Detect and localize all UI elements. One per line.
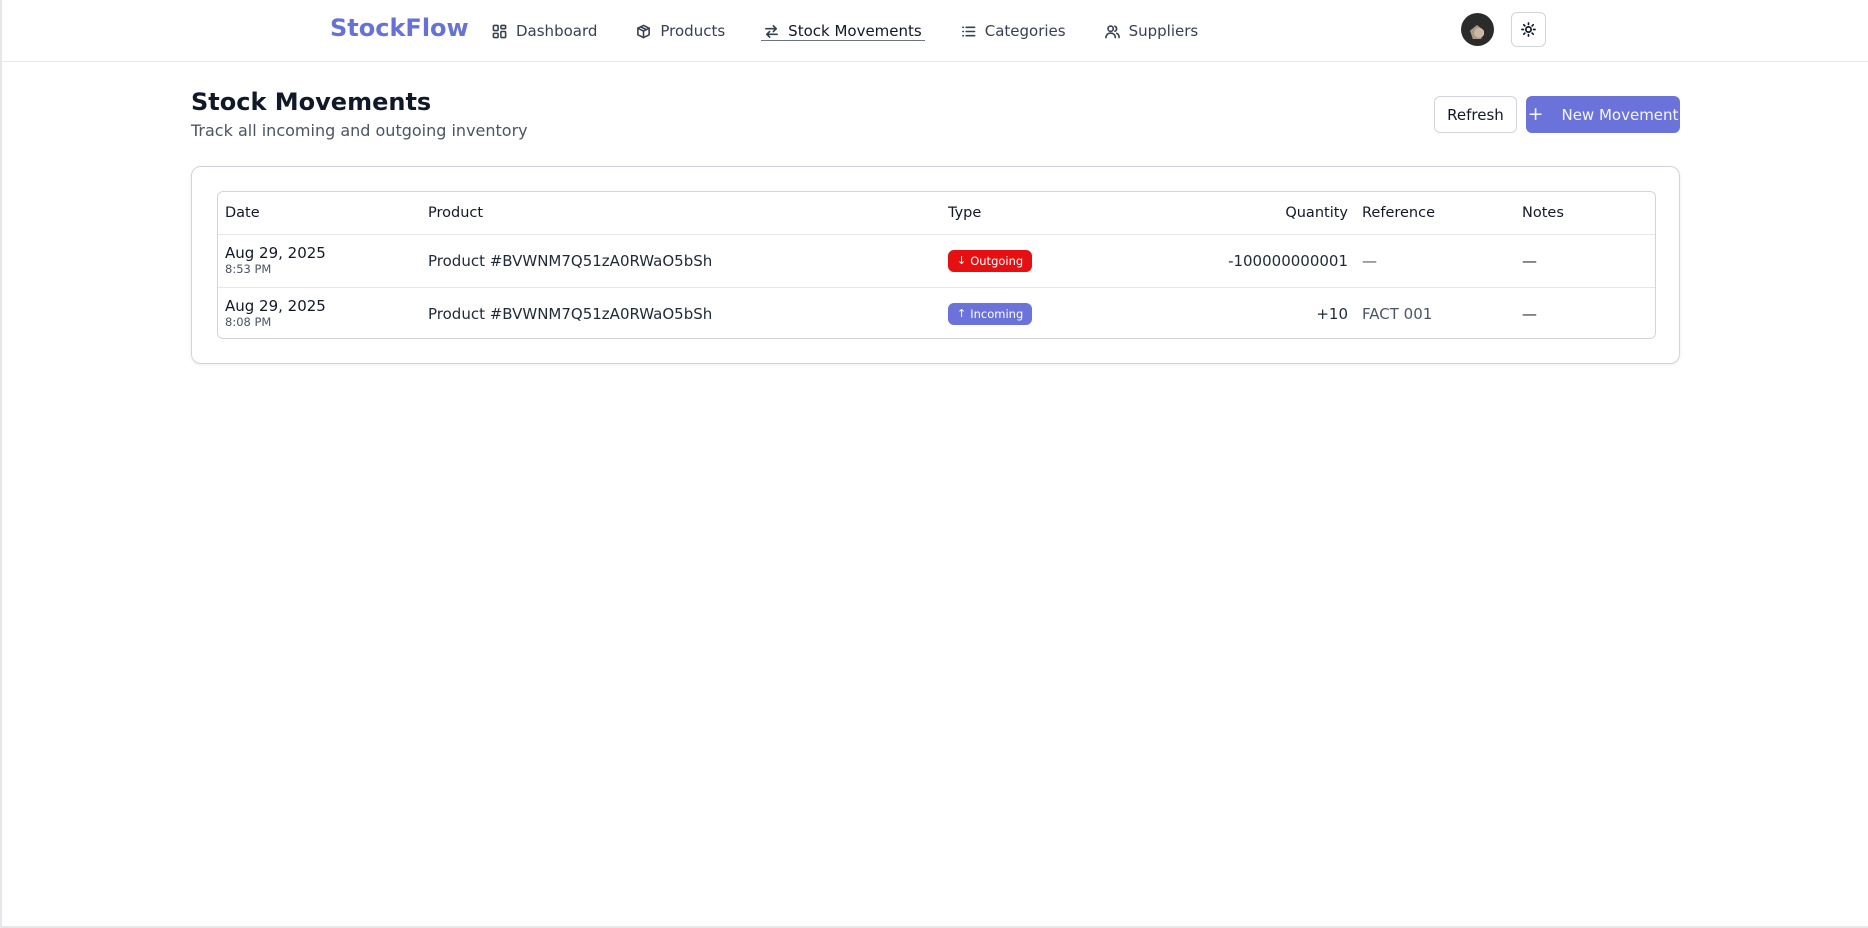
nav-item-stock-movements[interactable]: Stock Movements [761, 0, 925, 62]
cell-type: ↓ Outgoing [941, 234, 1141, 287]
refresh-button-label: Refresh [1447, 105, 1504, 124]
nav-item-label: Stock Movements [788, 22, 922, 40]
table-header-row: Date Product Type Quantity Reference Not… [218, 192, 1655, 234]
movements-table: Date Product Type Quantity Reference Not… [218, 192, 1655, 338]
theme-toggle-button[interactable] [1511, 12, 1546, 47]
column-header-reference: Reference [1362, 204, 1436, 221]
column-header-type: Type [948, 204, 982, 221]
column-header-notes: Notes [1522, 204, 1564, 221]
column-header-date: Date [225, 204, 260, 221]
type-badge-outgoing: ↓ Outgoing [948, 249, 1033, 272]
grid-icon [492, 24, 507, 38]
column-header-quantity: Quantity [1285, 204, 1348, 221]
cell-type: ↑ Incoming [941, 287, 1141, 338]
column-header-product: Product [428, 204, 484, 221]
arrow-down-icon: ↓ [957, 254, 967, 267]
nav-item-label: Products [660, 22, 726, 40]
list-icon [961, 25, 976, 37]
type-badge-label: Incoming [970, 306, 1024, 321]
cell-quantity: +10 [1316, 304, 1348, 323]
nav-item-label: Suppliers [1128, 22, 1199, 40]
cell-notes: — [1522, 251, 1537, 270]
nav-item-label: Dashboard [516, 22, 598, 40]
users-icon [1104, 24, 1120, 38]
date-value: Aug 29, 2025 [225, 297, 326, 316]
time-value: 8:53 PM [225, 262, 272, 276]
cell-product: Product #BVWNM7Q51zA0RWaO5bSh [428, 251, 713, 270]
cell-notes: — [1522, 304, 1537, 323]
new-movement-button-label: New Movement [1561, 105, 1679, 124]
cell-date: Aug 29, 2025 8:53 PM [218, 234, 421, 287]
nav-item-label: Categories [984, 22, 1066, 40]
movements-card: Date Product Type Quantity Reference Not… [191, 166, 1680, 364]
nav-item-categories[interactable]: Categories [961, 0, 1066, 62]
box-icon [637, 24, 651, 38]
cell-quantity: -100000000001 [1228, 251, 1348, 270]
page-subtitle: Track all incoming and outgoing inventor… [191, 121, 528, 140]
type-badge-incoming: ↑ Incoming [948, 302, 1033, 325]
refresh-button[interactable]: Refresh [1434, 96, 1517, 133]
plus-icon: + [1527, 103, 1544, 125]
arrows-swap-icon [765, 24, 779, 38]
time-value: 8:08 PM [225, 315, 272, 330]
nav-item-dashboard[interactable]: Dashboard [492, 0, 597, 62]
movements-table-container: Date Product Type Quantity Reference Not… [217, 191, 1656, 339]
main-nav: Dashboard Products Stock Movements Categ… [492, 0, 1237, 62]
top-navigation-bar: StockFlow Dashboard Products Stock Movem… [2, 0, 1868, 62]
nav-item-products[interactable]: Products [636, 0, 725, 62]
cell-reference: — [1362, 251, 1377, 270]
page-title: Stock Movements [191, 88, 432, 116]
new-movement-button[interactable]: + New Movement [1526, 96, 1680, 133]
date-value: Aug 29, 2025 [225, 244, 326, 262]
cell-product: Product #BVWNM7Q51zA0RWaO5bSh [428, 304, 713, 323]
sun-icon [1521, 22, 1536, 37]
table-row[interactable]: Aug 29, 2025 8:53 PM Product #BVWNM7Q51z… [218, 234, 1655, 287]
cell-reference: FACT 001 [1362, 304, 1433, 323]
nav-item-suppliers[interactable]: Suppliers [1104, 0, 1199, 62]
arrow-up-icon: ↑ [957, 307, 967, 321]
type-badge-label: Outgoing [970, 253, 1024, 268]
cell-date: Aug 29, 2025 8:08 PM [218, 287, 421, 338]
table-row[interactable]: Aug 29, 2025 8:08 PM Product #BVWNM7Q51z… [218, 287, 1655, 338]
user-avatar[interactable] [1461, 13, 1494, 46]
brand-logo[interactable]: StockFlow [330, 14, 469, 42]
